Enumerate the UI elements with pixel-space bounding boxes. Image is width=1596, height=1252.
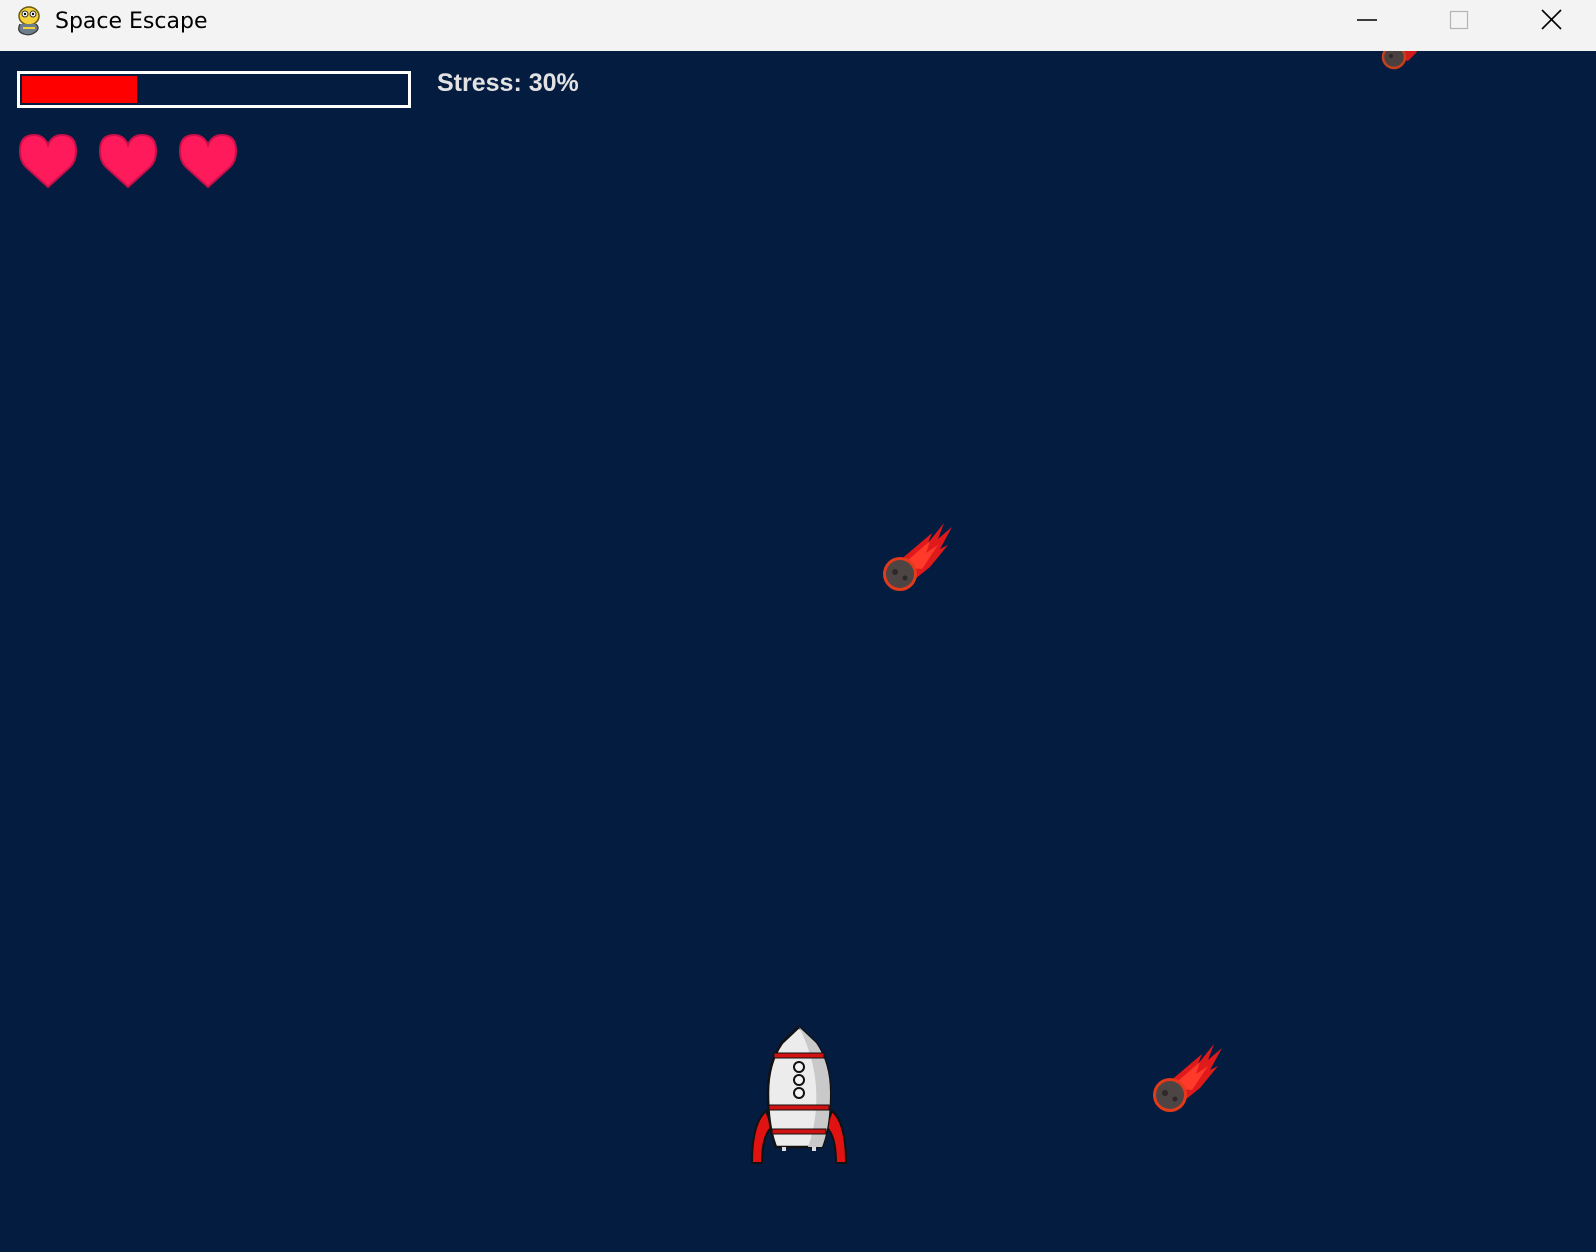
close-icon — [1541, 9, 1562, 30]
stress-meter-fill — [22, 76, 137, 103]
flaming-meteor-icon — [1153, 1044, 1222, 1112]
minimize-button[interactable] — [1322, 0, 1412, 40]
rocket-icon — [750, 1025, 848, 1164]
stress-label: Stress: 30% — [437, 69, 579, 97]
heart-icon — [18, 133, 78, 189]
close-button[interactable] — [1506, 0, 1596, 40]
maximize-icon — [1449, 10, 1469, 30]
pygame-snake-icon — [18, 6, 40, 36]
window-title: Space Escape — [55, 9, 208, 34]
heart-icon — [178, 133, 238, 189]
game-canvas[interactable]: Stress: 30% — [0, 51, 1596, 1252]
title-bar[interactable]: Space Escape — [0, 0, 1596, 51]
minimize-icon — [1357, 19, 1377, 21]
stress-meter — [17, 71, 411, 108]
heart-icon — [98, 133, 158, 189]
flaming-meteor-icon — [883, 523, 952, 591]
game-window: Space Escape Stress: 30% — [0, 0, 1596, 1252]
maximize-button[interactable] — [1414, 0, 1504, 40]
flaming-meteor-icon — [1381, 51, 1418, 70]
